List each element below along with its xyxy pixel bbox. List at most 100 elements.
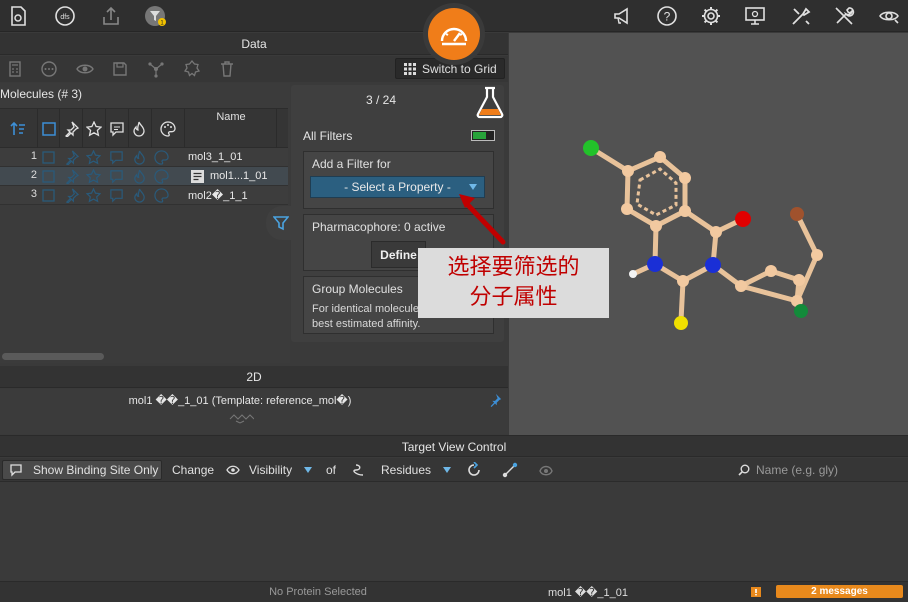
molecules-title: Molecules (# 3): [0, 87, 83, 101]
svg-text:?: ?: [664, 10, 671, 24]
row-number: 3: [30, 188, 37, 200]
row-comment-icon[interactable]: [109, 150, 124, 165]
comment-icon[interactable]: [109, 121, 125, 137]
row-comment-icon[interactable]: [109, 188, 124, 203]
residue-search-input[interactable]: Name (e.g. gly): [732, 459, 908, 481]
grid-icon: [404, 62, 416, 75]
show-binding-site-label: Show Binding Site Only: [33, 463, 159, 477]
status-bar: No Protein Selected mol1 ��_1_01: [0, 581, 908, 602]
select-all-checkbox-icon[interactable]: [41, 121, 57, 137]
nitrogen-atom: [705, 257, 721, 273]
pharmacophore-label: Pharmacophore: 0 active: [312, 220, 446, 234]
residues-label: Residues: [381, 463, 432, 477]
visibility-dropdown[interactable]: Visibility: [220, 458, 320, 482]
horizontal-scrollbar[interactable]: [2, 353, 104, 360]
nitrogen-atom: [647, 256, 663, 272]
badge-icon[interactable]: [183, 60, 201, 78]
row-flame-icon[interactable]: [132, 169, 147, 184]
row-star-icon[interactable]: [86, 188, 101, 203]
view-icon[interactable]: [876, 3, 902, 29]
surface-icon[interactable]: [538, 462, 554, 478]
trash-icon[interactable]: [218, 60, 236, 78]
row-pin-icon[interactable]: [64, 169, 79, 184]
change-label: Change: [172, 463, 215, 477]
all-filters-toggle[interactable]: [471, 130, 495, 141]
filter-badge-icon[interactable]: 1: [142, 3, 168, 29]
row-palette-icon[interactable]: [154, 150, 169, 165]
row-pin-icon[interactable]: [64, 150, 79, 165]
residues-dropdown[interactable]: Residues: [345, 458, 453, 482]
molecule-icon[interactable]: [147, 60, 165, 78]
binding-site-icon: [10, 464, 22, 477]
pin-icon[interactable]: [63, 121, 79, 137]
select-property-label: - Select a Property -: [344, 180, 451, 194]
row-comment-icon[interactable]: [109, 169, 124, 184]
more-icon[interactable]: [40, 60, 58, 78]
refresh-icon[interactable]: [466, 462, 482, 478]
announce-icon[interactable]: [609, 3, 635, 29]
palette-icon[interactable]: [160, 121, 176, 137]
row-star-icon[interactable]: [86, 150, 101, 165]
sort-icon[interactable]: [10, 121, 26, 137]
group-molecules-title: Group Molecules: [312, 282, 403, 296]
filter-count: 3 / 24: [365, 93, 397, 107]
oxygen-atom: [735, 211, 751, 227]
dashboard-gauge-button[interactable]: [423, 3, 485, 65]
file-icon[interactable]: [5, 3, 31, 29]
row-palette-icon[interactable]: [154, 169, 169, 184]
annotation-line-2: 分子属性: [469, 285, 558, 310]
row-checkbox-icon[interactable]: [41, 150, 56, 165]
add-filter-label: Add a Filter for: [312, 157, 391, 171]
row-flame-icon[interactable]: [132, 150, 147, 165]
row-star-icon[interactable]: [86, 169, 101, 184]
wrench-icon[interactable]: [831, 3, 857, 29]
table-header: Name: [0, 108, 288, 149]
search-placeholder: Name (e.g. gly): [756, 463, 839, 477]
row-number: 2: [30, 169, 37, 181]
distance-icon[interactable]: [502, 462, 518, 478]
row-number: 1: [30, 150, 37, 162]
help-icon[interactable]: ?: [654, 3, 680, 29]
document-icon[interactable]: [190, 169, 205, 184]
2d-panel: mol1 ��_1_01 (Template: reference_mol�): [0, 389, 508, 434]
2d-pin-icon[interactable]: [488, 393, 502, 407]
row-name: mol3_1_01: [188, 151, 243, 163]
flame-icon[interactable]: [131, 121, 147, 137]
table-row-selected[interactable]: 2 mol1...1_01: [0, 167, 288, 186]
annotation-callout: 选择要筛选的 分子属性: [418, 248, 609, 318]
warning-icon[interactable]: [750, 586, 762, 598]
eye-icon[interactable]: [76, 60, 94, 78]
chevron-down-icon: [304, 467, 313, 473]
filter-tab[interactable]: [266, 206, 296, 240]
row-flame-icon[interactable]: [132, 188, 147, 203]
visibility-label: Visibility: [249, 463, 293, 477]
all-filters-label: All Filters: [303, 129, 353, 143]
show-binding-site-button[interactable]: Show Binding Site Only: [2, 460, 162, 480]
flask-icon[interactable]: [474, 85, 506, 119]
dfs-icon[interactable]: dfs: [52, 3, 78, 29]
row-checkbox-icon[interactable]: [41, 169, 56, 184]
table-row[interactable]: 3 mol2�_1_1: [0, 186, 288, 205]
row-name: mol1...1_01: [210, 170, 268, 182]
table-row[interactable]: 1 mol3_1_01: [0, 148, 288, 167]
annotation-line-1: 选择要筛选的: [447, 255, 580, 280]
calculator-icon[interactable]: [6, 60, 24, 78]
save-icon[interactable]: [111, 60, 129, 78]
structure-thumbnail-icon: [229, 414, 254, 424]
row-checkbox-icon[interactable]: [41, 188, 56, 203]
export-icon[interactable]: [98, 3, 124, 29]
row-palette-icon[interactable]: [154, 188, 169, 203]
target-view-toolbar: Show Binding Site Only Change Visibility…: [0, 458, 908, 482]
row-pin-icon[interactable]: [64, 188, 79, 203]
tools-icon[interactable]: [788, 3, 814, 29]
star-icon[interactable]: [86, 121, 102, 137]
2d-caption: mol1 ��_1_01 (Template: reference_mol�): [128, 395, 352, 407]
name-column-header[interactable]: Name: [186, 111, 276, 123]
settings-icon[interactable]: [698, 3, 724, 29]
of-label: of: [326, 463, 337, 477]
messages-badge[interactable]: 2 messages: [776, 585, 903, 598]
target-view-area: [0, 483, 908, 580]
molecule-3d-viewer[interactable]: [509, 33, 908, 435]
monitor-icon[interactable]: [742, 3, 768, 29]
annotation-arrow: [459, 194, 506, 245]
